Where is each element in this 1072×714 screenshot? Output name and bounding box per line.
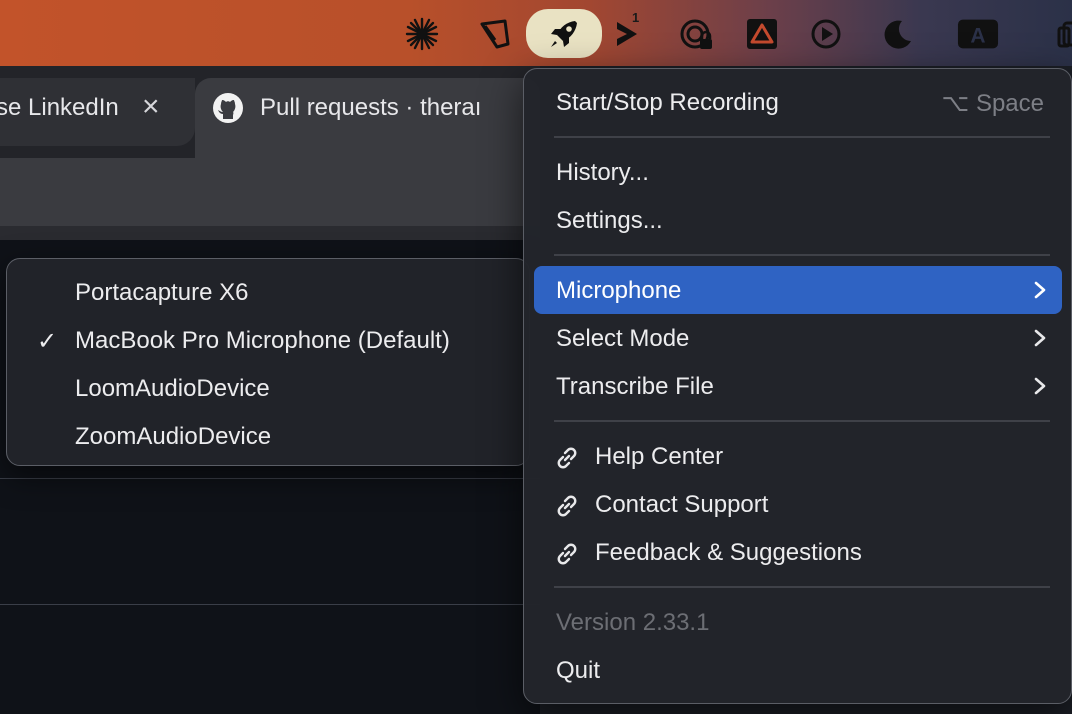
github-icon xyxy=(212,92,244,129)
menu-item-help-center[interactable]: Help Center xyxy=(595,443,723,471)
microphone-submenu: Portacapture X6 ✓ MacBook Pro Microphone… xyxy=(6,258,530,466)
rocket-icon[interactable] xyxy=(543,13,585,55)
submenu-item-macbook-pro-microphone[interactable]: MacBook Pro Microphone (Default) xyxy=(75,327,450,355)
asterisk-icon[interactable] xyxy=(401,13,443,55)
menu-item-select-mode[interactable]: Select Mode xyxy=(556,325,689,353)
svg-text:A: A xyxy=(970,25,985,48)
play-circle-icon[interactable] xyxy=(805,13,847,55)
tab-title: se LinkedIn xyxy=(0,94,119,121)
menu-item-settings[interactable]: Settings... xyxy=(556,207,663,235)
divider xyxy=(0,604,540,605)
version-label: Version 2.33.1 xyxy=(556,609,710,636)
menu-separator xyxy=(554,254,1050,256)
a-badge-icon[interactable]: A xyxy=(957,13,999,55)
privacy-lock-icon[interactable] xyxy=(676,13,718,55)
menu-item-quit[interactable]: Quit xyxy=(556,657,600,685)
drive-icon[interactable] xyxy=(741,13,783,55)
keyboard-shortcut: ⌥ Space xyxy=(941,90,1044,117)
browser-tab-linkedin[interactable]: se LinkedIn × xyxy=(0,78,195,146)
menu-separator xyxy=(554,586,1050,588)
menu-item-contact-support[interactable]: Contact Support xyxy=(595,491,768,519)
link-icon xyxy=(557,495,577,517)
menu-item-feedback-suggestions[interactable]: Feedback & Suggestions xyxy=(595,539,862,567)
chevron-right-icon xyxy=(1034,329,1046,347)
checkmark-icon: ✓ xyxy=(37,328,58,355)
browser-toolbar xyxy=(0,158,540,226)
link-icon xyxy=(557,447,577,469)
browser-divider xyxy=(0,226,540,240)
menu-item-microphone-label: Microphone xyxy=(556,277,682,304)
submenu-item-loom-audio[interactable]: LoomAudioDevice xyxy=(75,375,270,403)
tag-icon[interactable] xyxy=(474,13,516,55)
menu-item-history[interactable]: History... xyxy=(556,159,649,187)
menu-separator xyxy=(554,136,1050,138)
submenu-item-portacapture[interactable]: Portacapture X6 xyxy=(75,279,248,307)
divider xyxy=(0,478,540,479)
menu-item-transcribe-file[interactable]: Transcribe File xyxy=(556,373,714,401)
menu-separator xyxy=(554,420,1050,422)
menu-bar: 1 A xyxy=(0,0,1072,66)
browser-tab-pull-requests[interactable]: Pull requests · theraı xyxy=(195,78,540,158)
close-icon[interactable]: × xyxy=(142,92,160,122)
notification-badge: 1 xyxy=(632,10,640,25)
moon-icon[interactable] xyxy=(876,13,918,55)
link-icon xyxy=(557,543,577,565)
chevron-right-icon xyxy=(1034,377,1046,395)
chevron-right-icon xyxy=(1034,281,1046,299)
submenu-item-zoom-audio[interactable]: ZoomAudioDevice xyxy=(75,423,271,451)
tab-title: Pull requests · theraı xyxy=(260,94,482,121)
window-icon[interactable] xyxy=(1050,13,1072,55)
menu-item-start-stop-recording[interactable]: Start/Stop Recording xyxy=(556,89,779,117)
chevron-right-icon[interactable] xyxy=(607,13,649,55)
app-dropdown-menu: Start/Stop Recording ⌥ Space History... … xyxy=(523,68,1072,704)
